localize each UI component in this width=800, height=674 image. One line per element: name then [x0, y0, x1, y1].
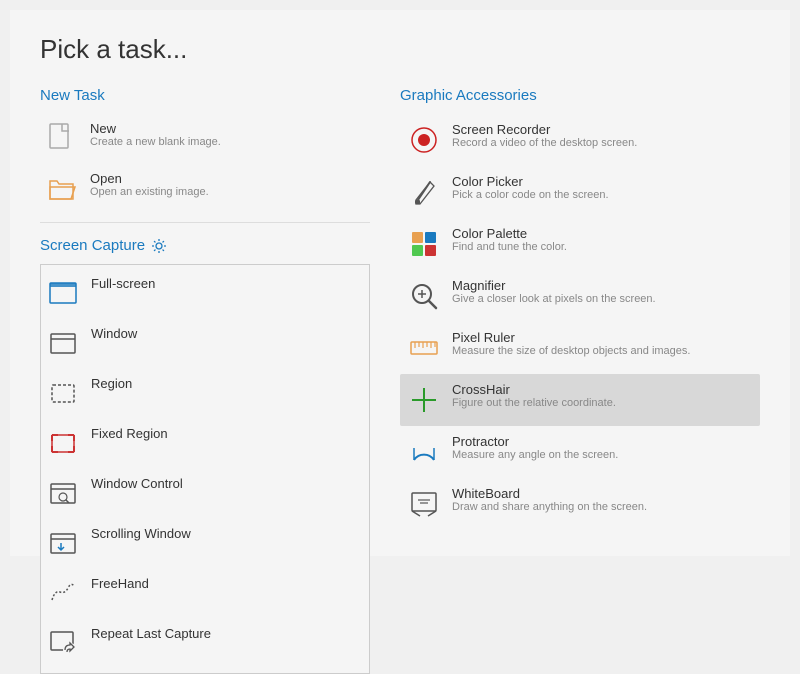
- pixel-ruler-name: Pixel Ruler: [452, 330, 690, 345]
- screen-recorder-name: Screen Recorder: [452, 122, 637, 137]
- color-palette-icon: [406, 226, 442, 262]
- color-palette-text: Color Palette Find and tune the color.: [452, 226, 567, 253]
- main-container: Pick a task... New Task New Create a new…: [10, 10, 790, 556]
- color-palette-desc: Find and tune the color.: [452, 241, 567, 253]
- screen-recorder-text: Screen Recorder Record a video of the de…: [452, 122, 637, 149]
- fixed-region-label: Fixed Region: [91, 426, 168, 441]
- pixel-ruler-icon: [406, 330, 442, 366]
- screen-capture-scroll-section: Full-screen Window: [40, 264, 370, 674]
- new-task-name: New: [90, 121, 221, 136]
- region-icon: [45, 376, 81, 412]
- protractor-text: Protractor Measure any angle on the scre…: [452, 434, 618, 461]
- graphic-magnifier[interactable]: Magnifier Give a closer look at pixels o…: [400, 270, 760, 322]
- window-control-text: Window Control: [91, 476, 183, 491]
- whiteboard-desc: Draw and share anything on the screen.: [452, 501, 647, 513]
- graphic-whiteboard[interactable]: WhiteBoard Draw and share anything on th…: [400, 478, 760, 530]
- window-label: Window: [91, 326, 137, 341]
- window-icon: [45, 326, 81, 362]
- fullscreen-label: Full-screen: [91, 276, 155, 291]
- graphic-color-picker[interactable]: Color Picker Pick a color code on the sc…: [400, 166, 760, 218]
- pixel-ruler-desc: Measure the size of desktop objects and …: [452, 345, 690, 357]
- open-task-desc: Open an existing image.: [90, 186, 209, 198]
- protractor-icon: [406, 434, 442, 470]
- section-divider: [40, 222, 370, 223]
- region-text: Region: [91, 376, 132, 391]
- repeat-capture-icon: [45, 626, 81, 662]
- fixed-region-icon: [45, 426, 81, 462]
- right-column: Graphic Accessories Screen Recorder Reco…: [370, 87, 760, 674]
- capture-freehand[interactable]: FreeHand: [41, 569, 369, 619]
- scroll-area-wrapper: Full-screen Window: [40, 264, 370, 674]
- protractor-desc: Measure any angle on the screen.: [452, 449, 618, 461]
- region-label: Region: [91, 376, 132, 391]
- task-open[interactable]: Open Open an existing image.: [40, 164, 370, 214]
- scrolling-window-icon: [45, 526, 81, 562]
- screen-capture-section-title: Screen Capture: [40, 237, 370, 254]
- magnifier-name: Magnifier: [452, 278, 656, 293]
- color-picker-text: Color Picker Pick a color code on the sc…: [452, 174, 609, 201]
- open-file-icon: [44, 171, 80, 207]
- fullscreen-text: Full-screen: [91, 276, 155, 291]
- color-picker-desc: Pick a color code on the screen.: [452, 189, 609, 201]
- graphic-color-palette[interactable]: Color Palette Find and tune the color.: [400, 218, 760, 270]
- crosshair-text: CrossHair Figure out the relative coordi…: [452, 382, 616, 409]
- window-text: Window: [91, 326, 137, 341]
- magnifier-text: Magnifier Give a closer look at pixels o…: [452, 278, 656, 305]
- crosshair-icon: [406, 382, 442, 418]
- left-column: New Task New Create a new blank image.: [40, 87, 370, 674]
- fixed-region-text: Fixed Region: [91, 426, 168, 441]
- fullscreen-icon: [45, 276, 81, 312]
- crosshair-name: CrossHair: [452, 382, 616, 397]
- freehand-label: FreeHand: [91, 576, 149, 591]
- whiteboard-text: WhiteBoard Draw and share anything on th…: [452, 486, 647, 513]
- capture-scrolling-window[interactable]: Scrolling Window: [41, 519, 369, 569]
- open-task-name: Open: [90, 171, 209, 186]
- magnifier-desc: Give a closer look at pixels on the scre…: [452, 293, 656, 305]
- color-picker-icon: [406, 174, 442, 210]
- pixel-ruler-text: Pixel Ruler Measure the size of desktop …: [452, 330, 690, 357]
- capture-fullscreen[interactable]: Full-screen: [41, 269, 369, 319]
- new-file-icon: [44, 121, 80, 157]
- screen-recorder-icon: [406, 122, 442, 158]
- task-new[interactable]: New Create a new blank image.: [40, 114, 370, 164]
- screen-capture-label: Screen Capture: [40, 237, 145, 254]
- graphic-crosshair[interactable]: CrossHair Figure out the relative coordi…: [400, 374, 760, 426]
- graphic-screen-recorder[interactable]: Screen Recorder Record a video of the de…: [400, 114, 760, 166]
- freehand-icon: [45, 576, 81, 612]
- graphic-pixel-ruler[interactable]: Pixel Ruler Measure the size of desktop …: [400, 322, 760, 374]
- settings-icon: [151, 238, 167, 254]
- open-task-text: Open Open an existing image.: [90, 171, 209, 198]
- color-picker-name: Color Picker: [452, 174, 609, 189]
- scrolling-window-label: Scrolling Window: [91, 526, 191, 541]
- whiteboard-name: WhiteBoard: [452, 486, 647, 501]
- whiteboard-icon: [406, 486, 442, 522]
- graphic-section-title: Graphic Accessories: [400, 87, 760, 104]
- window-control-icon: [45, 476, 81, 512]
- capture-repeat[interactable]: Repeat Last Capture: [41, 619, 369, 669]
- capture-fixed-region[interactable]: Fixed Region: [41, 419, 369, 469]
- scrolling-window-text: Scrolling Window: [91, 526, 191, 541]
- capture-region[interactable]: Region: [41, 369, 369, 419]
- capture-window-control[interactable]: Window Control: [41, 469, 369, 519]
- freehand-text: FreeHand: [91, 576, 149, 591]
- columns-layout: New Task New Create a new blank image.: [40, 87, 760, 674]
- magnifier-icon: [406, 278, 442, 314]
- window-control-label: Window Control: [91, 476, 183, 491]
- repeat-capture-label: Repeat Last Capture: [91, 626, 211, 641]
- new-task-desc: Create a new blank image.: [90, 136, 221, 148]
- graphic-protractor[interactable]: Protractor Measure any angle on the scre…: [400, 426, 760, 478]
- screen-recorder-desc: Record a video of the desktop screen.: [452, 137, 637, 149]
- repeat-capture-text: Repeat Last Capture: [91, 626, 211, 641]
- protractor-name: Protractor: [452, 434, 618, 449]
- page-title: Pick a task...: [40, 34, 760, 65]
- new-task-text: New Create a new blank image.: [90, 121, 221, 148]
- color-palette-name: Color Palette: [452, 226, 567, 241]
- capture-window[interactable]: Window: [41, 319, 369, 369]
- new-task-section-title: New Task: [40, 87, 370, 104]
- screen-capture-scroll-area[interactable]: Full-screen Window: [41, 265, 369, 673]
- crosshair-desc: Figure out the relative coordinate.: [452, 397, 616, 409]
